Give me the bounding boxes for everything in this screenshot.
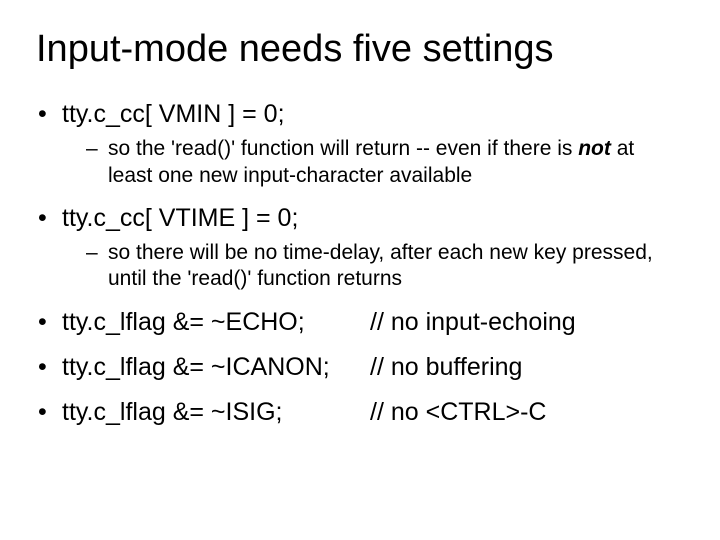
bullet-vmin: tty.c_cc[ VMIN ] = 0; so the 'read()' fu… [36, 99, 684, 189]
code-text: tty.c_cc[ VMIN ] = 0; [62, 100, 285, 128]
bullet-vtime: tty.c_cc[ VTIME ] = 0; so there will be … [36, 203, 684, 293]
code-text: tty.c_cc[ VTIME ] = 0; [62, 204, 298, 232]
sub-bullet: so the 'read()' function will return -- … [86, 136, 684, 189]
code-text: tty.c_lflag &= ~ECHO; [62, 307, 370, 338]
sub-list: so there will be no time-delay, after ea… [62, 240, 684, 293]
bullet-isig: tty.c_lflag &= ~ISIG; // no <CTRL>-C [36, 397, 684, 428]
sub-text-a: so the 'read()' function will return -- … [108, 137, 578, 160]
comment-text: // no buffering [370, 352, 684, 383]
comment-text: // no <CTRL>-C [370, 397, 684, 428]
sub-list: so the 'read()' function will return -- … [62, 136, 684, 189]
bullet-icanon: tty.c_lflag &= ~ICANON; // no buffering [36, 352, 684, 383]
bullet-list: tty.c_cc[ VMIN ] = 0; so the 'read()' fu… [36, 99, 684, 428]
slide: Input-mode needs five settings tty.c_cc[… [0, 0, 720, 540]
sub-bullet: so there will be no time-delay, after ea… [86, 240, 684, 293]
slide-title: Input-mode needs five settings [36, 28, 684, 71]
comment-text: // no input-echoing [370, 307, 684, 338]
code-text: tty.c_lflag &= ~ISIG; [62, 397, 370, 428]
code-text: tty.c_lflag &= ~ICANON; [62, 352, 370, 383]
bullet-echo: tty.c_lflag &= ~ECHO; // no input-echoin… [36, 307, 684, 338]
emphasis-not: not [578, 137, 611, 160]
